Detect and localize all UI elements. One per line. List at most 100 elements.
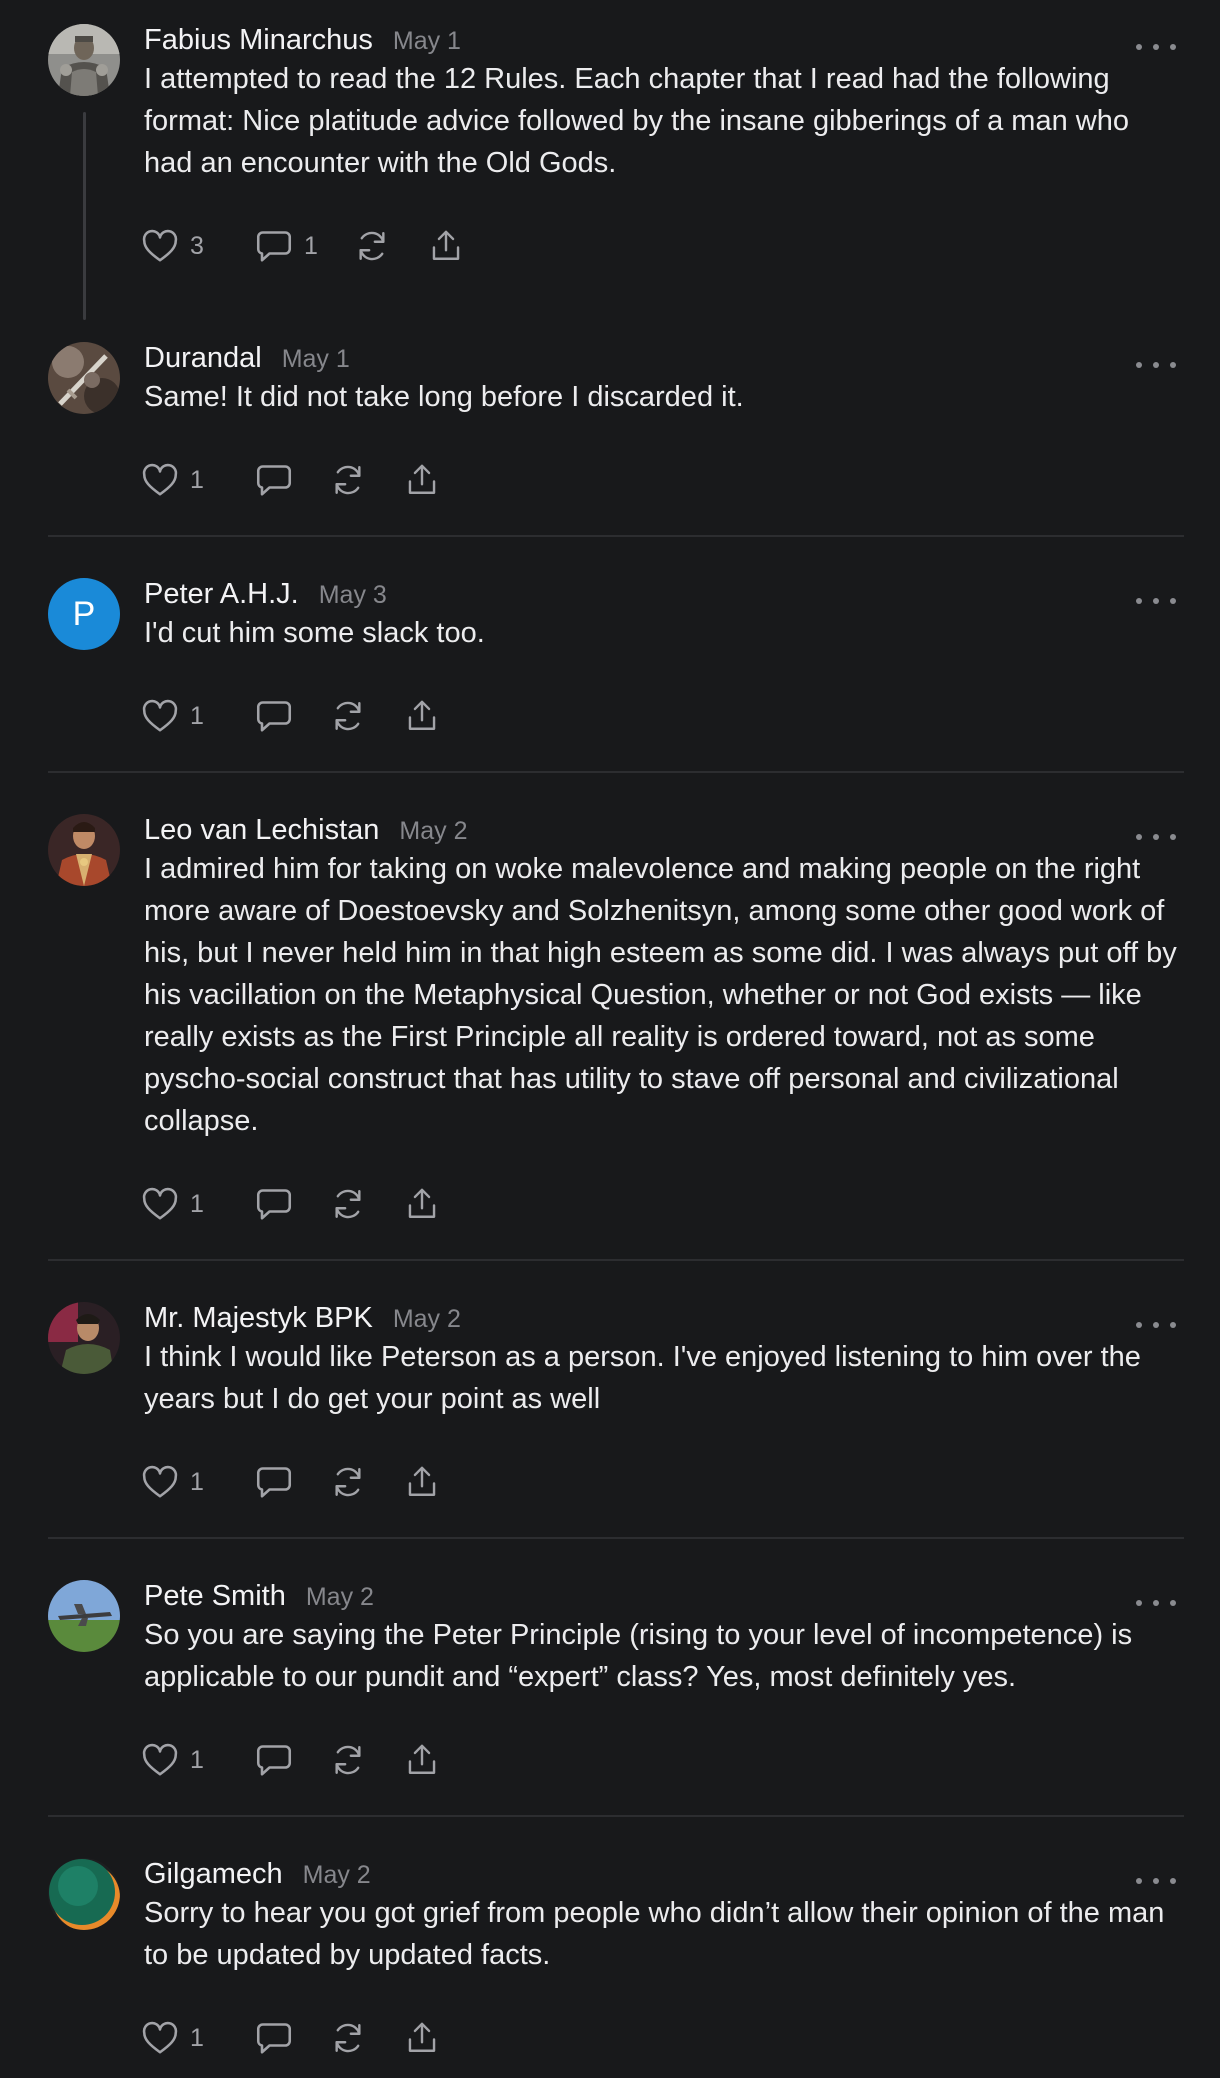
reply-button[interactable]: [256, 2018, 330, 2058]
reply-button[interactable]: [256, 460, 330, 500]
author-name[interactable]: Mr. Majestyk BPK: [144, 1302, 373, 1335]
restack-icon: [335, 1467, 361, 1497]
thread-line: [83, 112, 86, 320]
share-button[interactable]: [404, 1184, 444, 1224]
restack-button[interactable]: [330, 696, 404, 736]
avatar[interactable]: [48, 1580, 120, 1652]
comment-bubble-icon: [256, 701, 292, 732]
restack-button[interactable]: [330, 1462, 404, 1502]
comment-date[interactable]: May 2: [399, 817, 467, 846]
avatar[interactable]: [48, 1302, 120, 1374]
share-button[interactable]: [404, 1740, 444, 1780]
avatar[interactable]: [48, 814, 120, 886]
comment-date[interactable]: May 2: [393, 1305, 461, 1334]
comment-text: Same! It did not take long before I disc…: [144, 381, 744, 413]
share-button[interactable]: [404, 2018, 444, 2058]
author-name[interactable]: Peter A.H.J.: [144, 578, 299, 611]
like-button[interactable]: 1: [142, 460, 256, 500]
author-name[interactable]: Pete Smith: [144, 1580, 286, 1613]
divider: [48, 1259, 1184, 1261]
airplane-avatar: [48, 1580, 120, 1652]
comment-text: So you are saying the Peter Principle (r…: [144, 1619, 1133, 1693]
more-options-icon[interactable]: [1136, 358, 1176, 372]
author-name[interactable]: Leo van Lechistan: [144, 814, 379, 847]
share-button[interactable]: [404, 696, 444, 736]
restack-button[interactable]: [330, 1740, 404, 1780]
comment-text: I admired him for taking on woke malevol…: [144, 853, 1177, 1137]
comment-text: I'd cut him some slack too.: [144, 617, 485, 649]
divider: [48, 1537, 1184, 1539]
comment-text: Sorry to hear you got grief from people …: [144, 1897, 1165, 1971]
comment-date[interactable]: May 2: [306, 1583, 374, 1612]
heart-icon: [142, 2021, 178, 2054]
comment-actions: 1: [142, 1740, 444, 1780]
sword-avatar: [48, 342, 120, 414]
comment-date[interactable]: May 2: [303, 1861, 371, 1890]
author-name[interactable]: Durandal: [144, 342, 262, 375]
divider: [48, 771, 1184, 773]
author-name[interactable]: Gilgamech: [144, 1858, 283, 1891]
like-count: 1: [190, 465, 204, 494]
restack-icon: [335, 2023, 361, 2053]
like-count: 1: [190, 1189, 204, 1218]
divider: [48, 535, 1184, 537]
restack-button[interactable]: [330, 1184, 404, 1224]
share-icon: [432, 230, 460, 260]
comment-date[interactable]: May 1: [393, 27, 461, 56]
more-options-icon[interactable]: [1136, 1874, 1176, 1888]
comment-date[interactable]: May 3: [319, 581, 387, 610]
avatar[interactable]: P: [48, 578, 120, 650]
reply-button[interactable]: [256, 1184, 330, 1224]
heart-icon: [142, 699, 178, 732]
comment-text: I attempted to read the 12 Rules. Each c…: [144, 63, 1129, 179]
share-button[interactable]: [404, 1462, 444, 1502]
reply-button[interactable]: [256, 696, 330, 736]
heart-icon: [142, 1743, 178, 1776]
share-icon: [408, 464, 436, 494]
comment-actions: 1: [142, 2018, 444, 2058]
reply-button[interactable]: 1: [256, 226, 354, 266]
like-button[interactable]: 1: [142, 1740, 256, 1780]
like-button[interactable]: 3: [142, 226, 256, 266]
comment-date[interactable]: May 1: [282, 345, 350, 374]
heart-icon: [142, 463, 178, 496]
restack-icon: [335, 465, 361, 495]
avatar[interactable]: [48, 342, 120, 414]
restack-button[interactable]: [330, 460, 404, 500]
share-button[interactable]: [428, 226, 468, 266]
more-options-icon[interactable]: [1136, 830, 1176, 844]
comment-bubble-icon: [256, 231, 292, 262]
avatar[interactable]: [48, 1858, 120, 1930]
like-count: 1: [190, 701, 204, 730]
share-icon: [408, 1744, 436, 1774]
share-icon: [408, 700, 436, 730]
like-button[interactable]: 1: [142, 2018, 256, 2058]
heart-icon: [142, 1187, 178, 1220]
restack-button[interactable]: [354, 226, 428, 266]
author-name[interactable]: Fabius Minarchus: [144, 24, 373, 57]
comment-actions: 1: [142, 1184, 444, 1224]
more-options-icon[interactable]: [1136, 1596, 1176, 1610]
reply-button[interactable]: [256, 1740, 330, 1780]
like-button[interactable]: 1: [142, 1184, 256, 1224]
comment-bubble-icon: [256, 1189, 292, 1220]
restack-icon: [359, 231, 385, 261]
like-button[interactable]: 1: [142, 696, 256, 736]
heart-icon: [142, 229, 178, 262]
like-count: 1: [190, 1745, 204, 1774]
more-options-icon[interactable]: [1136, 40, 1176, 54]
portrait-painting-avatar: [48, 814, 120, 886]
knight-armor-avatar: [48, 24, 120, 96]
restack-button[interactable]: [330, 2018, 404, 2058]
comment-feed: Fabius Minarchus May 1 I attempted to re…: [0, 0, 1220, 2078]
avatar-letter: P: [72, 594, 96, 633]
like-button[interactable]: 1: [142, 1462, 256, 1502]
more-options-icon[interactable]: [1136, 594, 1176, 608]
comment-actions: 1: [142, 696, 444, 736]
more-options-icon[interactable]: [1136, 1318, 1176, 1332]
reply-button[interactable]: [256, 1462, 330, 1502]
share-button[interactable]: [404, 460, 444, 500]
avatar[interactable]: [48, 24, 120, 96]
like-count: 1: [190, 1467, 204, 1496]
green-circle-avatar: [48, 1858, 120, 1930]
